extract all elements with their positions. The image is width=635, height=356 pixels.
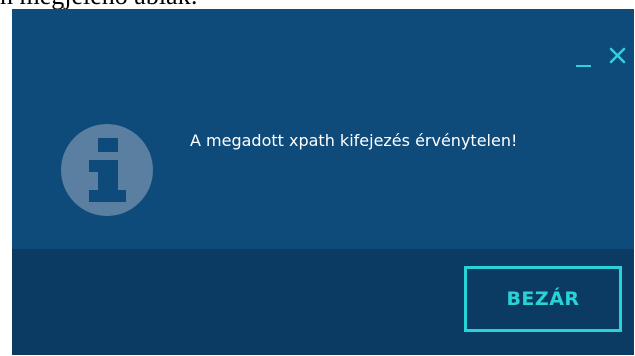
page: n megjelenő ablak: A megadott xpath kife… bbox=[0, 0, 635, 356]
minimize-button[interactable] bbox=[570, 43, 598, 71]
close-icon bbox=[609, 47, 626, 64]
dialog-message: A megadott xpath kifejezés érvénytelen! bbox=[190, 131, 518, 150]
close-button[interactable]: BEZÁR bbox=[464, 266, 622, 332]
info-icon bbox=[59, 122, 155, 218]
window-close-button[interactable] bbox=[605, 43, 631, 69]
minimize-icon bbox=[576, 65, 591, 67]
error-dialog: A megadott xpath kifejezés érvénytelen! … bbox=[12, 9, 634, 355]
